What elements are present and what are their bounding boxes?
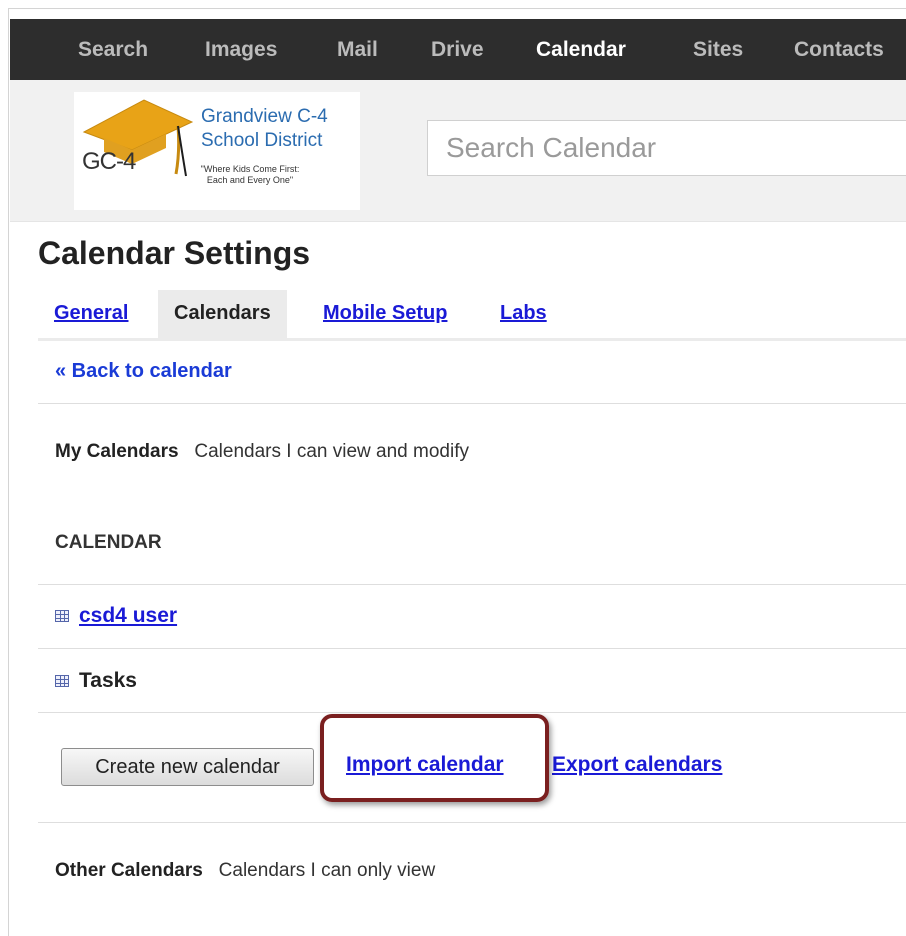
- logo-line-2: School District: [201, 130, 323, 151]
- tab-mobile-setup[interactable]: Mobile Setup: [323, 290, 447, 338]
- school-logo[interactable]: GC-4 Grandview C-4 School District "Wher…: [74, 92, 360, 210]
- back-to-calendar-link[interactable]: « Back to calendar: [55, 360, 232, 383]
- logo-tagline: "Where Kids Come First: Each and Every O…: [200, 164, 300, 185]
- nav-mail[interactable]: Mail: [337, 19, 378, 80]
- create-new-calendar-button[interactable]: Create new calendar: [61, 748, 314, 786]
- my-calendars-header: My Calendars Calendars I can view and mo…: [55, 441, 469, 463]
- nav-sites[interactable]: Sites: [693, 19, 743, 80]
- top-nav-bar: Search Images Mail Drive Calendar Sites …: [10, 19, 906, 80]
- nav-calendar[interactable]: Calendar: [536, 19, 626, 80]
- other-calendars-header: Other Calendars Calendars I can only vie…: [55, 860, 435, 882]
- other-calendars-title: Other Calendars: [55, 860, 203, 881]
- calendar-row: csd4 user: [55, 604, 177, 628]
- divider: [38, 648, 906, 649]
- nav-images[interactable]: Images: [205, 19, 277, 80]
- calendar-grid-icon: [55, 675, 69, 687]
- logo-line-1: Grandview C-4: [201, 106, 328, 127]
- calendar-link-csd4-user[interactable]: csd4 user: [79, 604, 177, 628]
- calendar-row: Tasks: [55, 669, 137, 693]
- import-calendar-link[interactable]: Import calendar: [346, 753, 504, 777]
- tab-calendars[interactable]: Calendars: [158, 290, 287, 338]
- nav-contacts[interactable]: Contacts: [794, 19, 884, 80]
- nav-search[interactable]: Search: [78, 19, 148, 80]
- calendar-grid-icon: [55, 610, 69, 622]
- calendar-name-tasks: Tasks: [79, 669, 137, 692]
- header-band: GC-4 Grandview C-4 School District "Wher…: [10, 80, 906, 222]
- column-header-calendar: CALENDAR: [55, 532, 162, 553]
- tab-general[interactable]: General: [54, 290, 128, 338]
- page-title: Calendar Settings: [38, 235, 311, 271]
- search-input[interactable]: [428, 121, 906, 175]
- search-box[interactable]: [427, 120, 906, 176]
- settings-tabs: General Calendars Mobile Setup Labs: [38, 290, 906, 341]
- divider: [38, 822, 906, 823]
- my-calendars-title: My Calendars: [55, 441, 179, 462]
- nav-drive[interactable]: Drive: [431, 19, 484, 80]
- tab-labs[interactable]: Labs: [500, 290, 547, 338]
- logo-mark: GC-4: [82, 148, 136, 175]
- divider: [38, 403, 906, 404]
- divider: [38, 712, 906, 713]
- other-calendars-subtitle: Calendars I can only view: [218, 860, 436, 881]
- export-calendars-link[interactable]: Export calendars: [552, 753, 722, 777]
- divider: [38, 584, 906, 585]
- my-calendars-subtitle: Calendars I can view and modify: [194, 441, 469, 462]
